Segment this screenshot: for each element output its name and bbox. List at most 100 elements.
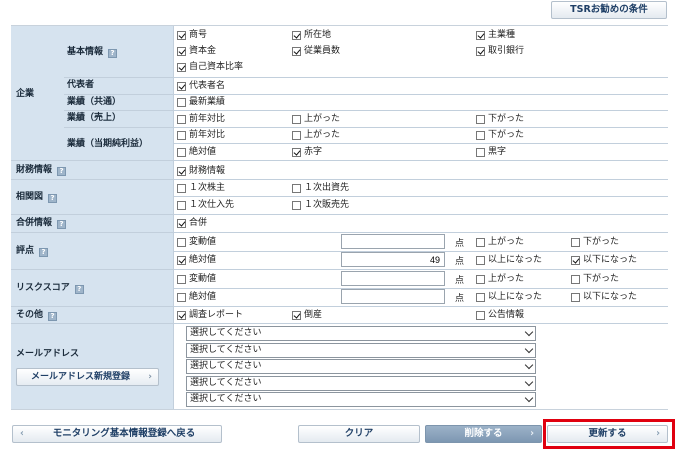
checkbox-akaji[interactable]: 赤字 xyxy=(292,146,322,158)
help-icon[interactable]: ? xyxy=(48,194,58,203)
checkbox-box[interactable] xyxy=(476,130,485,140)
mail-select-1[interactable]: 選択してください xyxy=(186,326,536,341)
checkbox-tosan[interactable]: 倒産 xyxy=(292,309,322,321)
mail-select-2[interactable]: 選択してください xyxy=(186,343,536,358)
checkbox-kokoku[interactable]: 公告情報 xyxy=(476,309,524,321)
checkbox-junrieki-zennen[interactable]: 前年対比 xyxy=(177,129,225,141)
help-icon[interactable]: ? xyxy=(74,285,84,294)
checkbox-zaimu[interactable]: 財務情報 xyxy=(177,165,225,177)
checkbox-hyoten-ika[interactable]: 以下になった xyxy=(571,254,637,266)
checkbox-box[interactable] xyxy=(177,310,186,320)
delete-button[interactable]: 削除する › xyxy=(425,425,542,443)
checkbox-box[interactable] xyxy=(177,147,186,157)
checkbox-box[interactable] xyxy=(292,310,301,320)
help-icon[interactable]: ? xyxy=(48,312,58,321)
checkbox-risk-ijo[interactable]: 以上になった xyxy=(476,291,542,303)
checkbox-box[interactable] xyxy=(292,130,301,140)
checkbox-box[interactable] xyxy=(177,237,186,247)
checkbox-torihiki[interactable]: 取引銀行 xyxy=(476,45,524,57)
checkbox-hanbai[interactable]: １次販売先 xyxy=(292,199,349,211)
checkbox-box[interactable] xyxy=(571,237,580,247)
checkbox-box[interactable] xyxy=(476,114,485,124)
checkbox-box[interactable] xyxy=(177,292,186,302)
hyoten-zettai-input[interactable] xyxy=(341,252,445,267)
checkbox-risk-ika[interactable]: 以下になった xyxy=(571,291,637,303)
checkbox-box[interactable] xyxy=(292,114,301,124)
checkbox-jugyoin[interactable]: 従業員数 xyxy=(292,45,340,57)
checkbox-gappei[interactable]: 合併 xyxy=(177,217,207,229)
checkbox-box[interactable] xyxy=(177,166,186,176)
checkbox-box[interactable] xyxy=(177,97,186,107)
checkbox-jiko-shihon[interactable]: 自己資本比率 xyxy=(177,61,243,73)
checkbox-box[interactable] xyxy=(476,237,485,247)
risk-hendo-input[interactable] xyxy=(341,271,445,286)
checkbox-box[interactable] xyxy=(177,255,186,265)
checkbox-hyoten-ijo[interactable]: 以上になった xyxy=(476,254,542,266)
checkbox-box[interactable] xyxy=(476,310,485,320)
tsr-recommended-button[interactable]: TSRお勧めの条件 xyxy=(551,1,667,19)
checkbox-junrieki-sagatta[interactable]: 下がった xyxy=(476,129,524,141)
checkbox-box[interactable] xyxy=(476,46,485,56)
checkbox-box[interactable] xyxy=(476,30,485,40)
mail-select-3[interactable]: 選択してください xyxy=(186,359,536,374)
checkbox-shozaichi[interactable]: 所在地 xyxy=(292,29,331,41)
help-icon[interactable]: ? xyxy=(57,167,67,176)
checkbox-box[interactable] xyxy=(476,255,485,265)
checkbox-box[interactable] xyxy=(476,274,485,284)
checkbox-box[interactable] xyxy=(292,183,301,193)
checkbox-box[interactable] xyxy=(571,255,580,265)
checkbox-shugyoshu[interactable]: 主業種 xyxy=(476,29,515,41)
checkbox-hyoten-hendo[interactable]: 変動値 xyxy=(177,236,216,248)
checkbox-shiire[interactable]: １次仕入先 xyxy=(177,199,234,211)
mail-select-4[interactable]: 選択してください xyxy=(186,376,536,391)
checkbox-box[interactable] xyxy=(177,218,186,228)
checkbox-hyoten-agatta[interactable]: 上がった xyxy=(476,236,524,248)
checkbox-box[interactable] xyxy=(571,292,580,302)
checkbox-uriage-sagatta[interactable]: 下がった xyxy=(476,113,524,125)
checkbox-box[interactable] xyxy=(476,147,485,157)
checkbox-box[interactable] xyxy=(571,274,580,284)
checkbox-hyoten-zettai[interactable]: 絶対値 xyxy=(177,254,216,266)
checkbox-zettai[interactable]: 絶対値 xyxy=(177,146,216,158)
checkbox-box[interactable] xyxy=(177,114,186,124)
checkbox-box[interactable] xyxy=(177,62,186,72)
checkbox-box[interactable] xyxy=(476,292,485,302)
checkbox-box[interactable] xyxy=(177,81,186,91)
help-icon[interactable]: ? xyxy=(57,220,67,229)
checkbox-shusshi[interactable]: １次出資先 xyxy=(292,182,349,194)
checkbox-daihyosha[interactable]: 代表者名 xyxy=(177,80,225,92)
help-icon[interactable]: ? xyxy=(39,248,49,257)
help-icon[interactable]: ? xyxy=(108,49,118,58)
clear-button[interactable]: クリア xyxy=(298,425,420,443)
risk-zettai-input[interactable] xyxy=(341,289,445,304)
checkbox-box[interactable] xyxy=(292,200,301,210)
checkbox-box[interactable] xyxy=(177,30,186,40)
checkbox-box[interactable] xyxy=(177,183,186,193)
checkbox-box[interactable] xyxy=(177,200,186,210)
checkbox-box[interactable] xyxy=(177,46,186,56)
checkbox-box[interactable] xyxy=(177,130,186,140)
checkbox-junrieki-agatta[interactable]: 上がった xyxy=(292,129,340,141)
checkbox-shogo[interactable]: 商号 xyxy=(177,29,207,41)
checkbox-box[interactable] xyxy=(177,274,186,284)
checkbox-risk-zettai[interactable]: 絶対値 xyxy=(177,291,216,303)
mail-register-button[interactable]: メールアドレス新規登録 › xyxy=(16,368,159,386)
unit-label: 点 xyxy=(455,257,465,267)
checkbox-hyoten-sagatta[interactable]: 下がった xyxy=(571,236,619,248)
checkbox-risk-sagatta[interactable]: 下がった xyxy=(571,273,619,285)
checkbox-risk-hendo[interactable]: 変動値 xyxy=(177,273,216,285)
hyoten-hendo-input[interactable] xyxy=(341,234,445,249)
checkbox-chosa-report[interactable]: 調査レポート xyxy=(177,309,243,321)
checkbox-risk-agatta[interactable]: 上がった xyxy=(476,273,524,285)
checkbox-saishin[interactable]: 最新業績 xyxy=(177,96,225,108)
checkbox-box[interactable] xyxy=(292,147,301,157)
checkbox-kabunushi[interactable]: １次株主 xyxy=(177,182,225,194)
checkbox-shihonkin[interactable]: 資本金 xyxy=(177,45,216,57)
checkbox-box[interactable] xyxy=(292,30,301,40)
checkbox-kuroji[interactable]: 黒字 xyxy=(476,146,506,158)
checkbox-uriage-zennen[interactable]: 前年対比 xyxy=(177,113,225,125)
checkbox-uriage-agatta[interactable]: 上がった xyxy=(292,113,340,125)
back-button[interactable]: ‹ モニタリング基本情報登録へ戻る xyxy=(12,425,222,443)
mail-select-5[interactable]: 選択してください xyxy=(186,392,536,407)
checkbox-box[interactable] xyxy=(292,46,301,56)
